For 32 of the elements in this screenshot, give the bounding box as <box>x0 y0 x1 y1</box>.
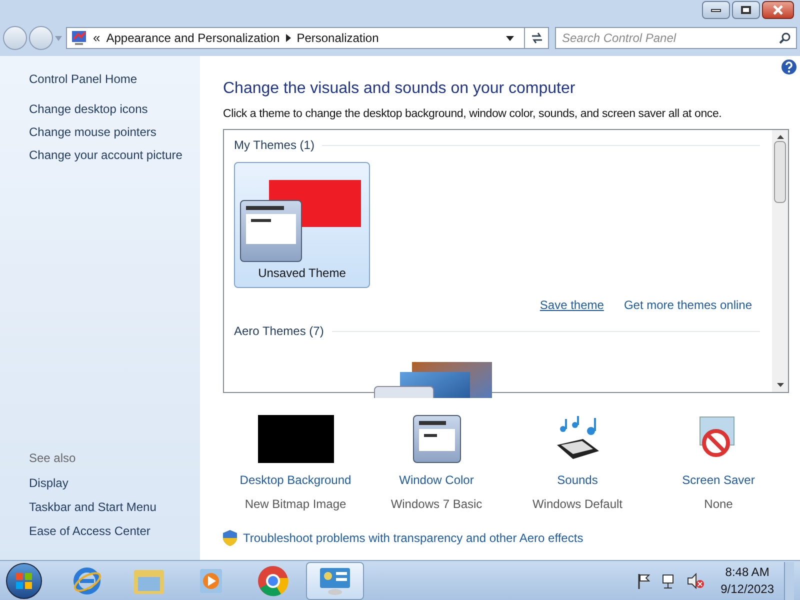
theme-link[interactable]: Get more themes online <box>624 296 752 314</box>
group-heading: Aero Themes (7) <box>234 323 324 340</box>
breadcrumb[interactable]: Appearance and Personalization <box>106 29 280 47</box>
troubleshoot-link[interactable]: Troubleshoot problems with transparency and other Aero effects <box>243 529 584 548</box>
clock-date[interactable]: 9/12/2023 <box>720 580 774 598</box>
sidebar-link[interactable]: Change desktop icons <box>29 100 200 118</box>
search-field[interactable]: Search Control Panel <box>555 27 797 49</box>
sidebar-link[interactable]: Control Panel Home <box>29 70 200 88</box>
setting-value: Windows Default <box>532 496 623 514</box>
theme-tile[interactable]: Unsaved Theme <box>234 162 370 288</box>
setting-value: Windows 7 Basic <box>390 496 482 514</box>
setting-link[interactable]: Sounds <box>557 471 598 490</box>
theme-link[interactable]: Save theme <box>540 296 604 314</box>
sidebar-link[interactable]: Change mouse pointers <box>29 123 200 141</box>
setting-link[interactable]: Screen Saver <box>682 471 755 490</box>
breadcrumb[interactable]: Personalization <box>296 29 379 47</box>
sidebar-link[interactable]: Display <box>29 474 200 492</box>
page-heading: Change the visuals and sounds on your computer <box>223 79 576 99</box>
group-heading: My Themes (1) <box>234 137 314 154</box>
page-description: Click a theme to change the desktop background, window color, sounds, and screen saver all at once. <box>223 107 723 122</box>
setting-value: New Bitmap Image <box>244 496 346 514</box>
setting-value: None <box>704 496 733 514</box>
theme-name: Unsaved Theme <box>258 265 346 282</box>
setting-link[interactable]: Desktop Background <box>240 471 352 490</box>
sidebar-link[interactable]: Taskbar and Start Menu <box>29 498 200 516</box>
clock-time[interactable]: 8:48 AM <box>725 564 770 580</box>
setting-link[interactable]: Window Color <box>399 471 474 490</box>
sidebar-link[interactable]: Ease of Access Center <box>29 522 200 540</box>
sidebar-link[interactable]: Change your account picture <box>29 146 200 164</box>
breadcrumb-overflow[interactable]: « <box>93 28 100 48</box>
address-bar[interactable]: « Appearance and Personalization Personalization <box>66 27 549 49</box>
see-also-heading: See also <box>29 450 77 467</box>
